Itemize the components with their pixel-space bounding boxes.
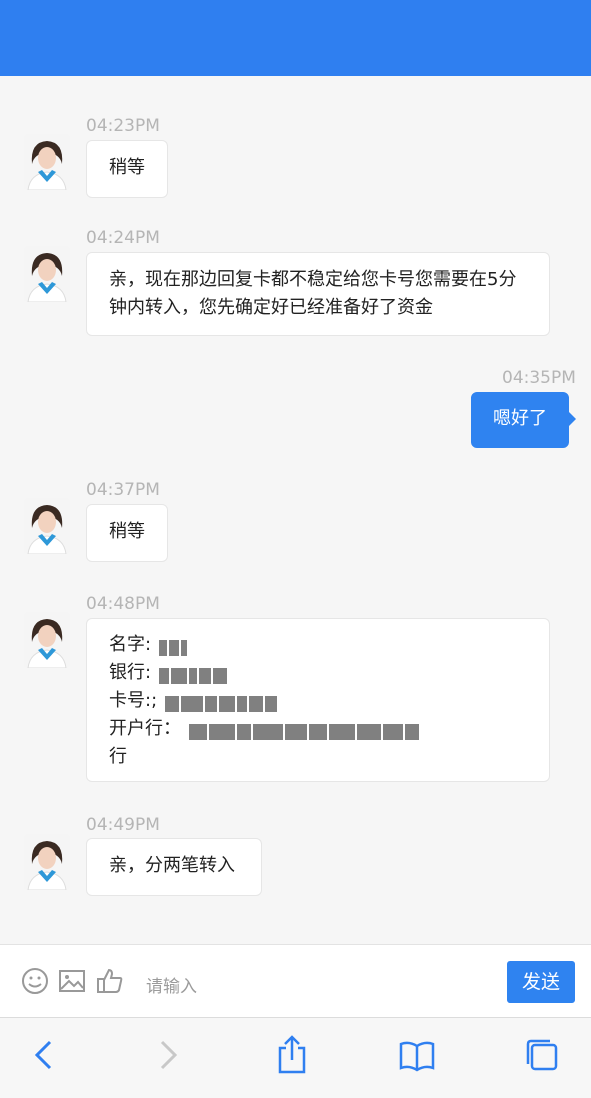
message-time: 04:48PM xyxy=(86,594,160,614)
share-icon xyxy=(278,1035,306,1074)
message-time: 04:24PM xyxy=(86,228,160,248)
message-input[interactable]: 请输入 xyxy=(146,972,197,997)
agent-avatar[interactable] xyxy=(24,498,70,554)
bank-info-name-row: 名字: xyxy=(109,631,527,659)
message-time: 04:35PM xyxy=(502,368,576,388)
redacted-card-number xyxy=(164,693,279,712)
image-button[interactable] xyxy=(57,966,87,996)
message-time: 04:37PM xyxy=(86,480,160,500)
image-icon xyxy=(59,970,85,992)
input-bar xyxy=(0,944,591,1017)
message-bubble[interactable]: 亲，现在那边回复卡都不稳定给您卡号您需要在5分钟内转入，您先确定好已经准备好了资… xyxy=(86,252,550,336)
emoji-button[interactable] xyxy=(20,966,50,996)
share-button[interactable] xyxy=(272,1034,312,1076)
bank-info-bank-row: 银行: xyxy=(109,659,527,687)
back-arrow-icon xyxy=(34,1040,52,1070)
thumbs-up-icon xyxy=(97,968,123,993)
message-bubble[interactable]: 稍等 xyxy=(86,140,168,198)
my-message-bubble[interactable]: 嗯好了 xyxy=(471,392,576,448)
redacted-branch xyxy=(188,721,421,740)
agent-avatar[interactable] xyxy=(24,134,70,190)
bank-label: 银行: xyxy=(109,662,152,683)
like-button[interactable] xyxy=(95,966,125,996)
smiley-icon xyxy=(22,968,48,994)
redacted-name xyxy=(158,637,189,656)
message-bubble[interactable]: 稍等 xyxy=(86,504,168,562)
tabs-icon xyxy=(526,1039,558,1071)
tabs-button[interactable] xyxy=(522,1034,562,1076)
send-button[interactable]: 发送 xyxy=(507,961,575,1003)
bank-info-card-row: 卡号:; xyxy=(109,687,527,715)
agent-avatar[interactable] xyxy=(24,246,70,302)
bank-info-branch-tail: 行 xyxy=(109,746,127,767)
browser-forward-button[interactable] xyxy=(148,1034,188,1076)
header-strip-right xyxy=(411,0,591,76)
name-label: 名字: xyxy=(109,634,152,655)
message-bubble[interactable]: 亲，分两笔转入 xyxy=(86,838,262,896)
branch-label: 开户行： xyxy=(109,718,181,739)
book-icon xyxy=(399,1041,435,1072)
agent-avatar[interactable] xyxy=(24,612,70,668)
header-strip-left xyxy=(0,0,180,76)
bank-info-bubble[interactable]: 名字: 银行: 卡号:; 开户行： 行 xyxy=(86,618,550,782)
agent-avatar[interactable] xyxy=(24,834,70,890)
card-label: 卡号:; xyxy=(109,690,158,711)
message-time: 04:23PM xyxy=(86,116,160,136)
chat-area[interactable]: 04:23PM 稍等 04:24PM 亲，现在那边回复卡都不稳定给您卡号您需要在… xyxy=(0,82,591,944)
message-time: 04:49PM xyxy=(86,815,160,835)
browser-back-button[interactable] xyxy=(24,1034,64,1076)
forward-arrow-icon xyxy=(160,1040,178,1070)
bank-info-branch-row: 开户行： xyxy=(109,715,527,743)
redacted-bank xyxy=(158,665,229,684)
bookmarks-button[interactable] xyxy=(397,1034,437,1076)
